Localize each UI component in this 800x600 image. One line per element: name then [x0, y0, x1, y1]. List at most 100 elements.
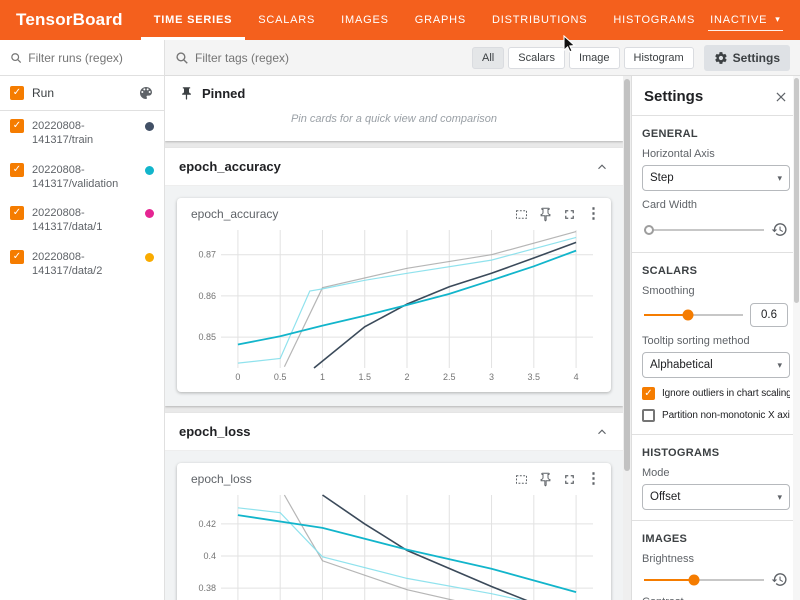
- ignore-outliers-checkbox[interactable]: ✓: [642, 387, 655, 400]
- tab-distributions[interactable]: DISTRIBUTIONS: [479, 0, 600, 40]
- card-title: epoch_accuracy: [191, 207, 514, 221]
- svg-text:0.86: 0.86: [198, 291, 216, 301]
- tag-filter-toolbar: AllScalarsImageHistogram Settings: [165, 40, 800, 76]
- run-checkbox[interactable]: ✓: [10, 250, 24, 264]
- run-label: 20220808-141317/data/2: [32, 250, 137, 279]
- reset-icon[interactable]: [771, 571, 788, 588]
- group-heading: GENERAL: [642, 128, 790, 140]
- fit-domain-icon[interactable]: [514, 472, 529, 487]
- settings-panel: Settings GENERAL Horizontal Axis Step ▾ …: [631, 76, 800, 600]
- run-label: 20220808-141317/validation: [32, 163, 137, 192]
- chevron-down-icon: ▾: [775, 14, 780, 25]
- fullscreen-icon[interactable]: [562, 207, 577, 222]
- partition-x-axis-checkbox[interactable]: [642, 409, 655, 422]
- settings-button[interactable]: Settings: [704, 45, 790, 71]
- card-width-slider[interactable]: [644, 229, 764, 231]
- nav-tabs: TIME SERIESSCALARSIMAGESGRAPHSDISTRIBUTI…: [141, 0, 708, 40]
- run-list: ✓20220808-141317/train✓20220808-141317/v…: [0, 111, 164, 285]
- ignore-outliers-row: ✓ Ignore outliers in chart scaling: [642, 387, 790, 400]
- runs-header-row: ✓ Run: [0, 76, 164, 111]
- scrollbar-thumb[interactable]: [624, 79, 630, 471]
- section-header-epoch-accuracy[interactable]: epoch_accuracy: [165, 148, 623, 186]
- chevron-down-icon: ▾: [777, 492, 782, 503]
- smoothing-value-input[interactable]: 0.6: [750, 303, 788, 327]
- tab-scalars[interactable]: SCALARS: [245, 0, 328, 40]
- tab-graphs[interactable]: GRAPHS: [402, 0, 479, 40]
- section-title: epoch_accuracy: [179, 159, 281, 174]
- fit-domain-icon[interactable]: [514, 207, 529, 222]
- horizontal-axis-select[interactable]: Step ▾: [642, 165, 790, 191]
- tab-time-series[interactable]: TIME SERIES: [141, 0, 245, 40]
- svg-text:0.4: 0.4: [203, 551, 216, 561]
- line-chart-epoch-accuracy[interactable]: 00.511.522.533.540.850.860.87: [185, 224, 603, 384]
- settings-panel-header: Settings: [632, 76, 800, 116]
- data-status-select[interactable]: INACTIVE ▾: [708, 10, 782, 31]
- pinned-hint: Pin cards for a quick view and compariso…: [165, 109, 623, 141]
- chip-scalars[interactable]: Scalars: [508, 47, 565, 69]
- section-epoch-accuracy: epoch_accuracy epoch_accuracy: [165, 148, 623, 406]
- close-icon[interactable]: [774, 90, 788, 104]
- svg-text:0.87: 0.87: [198, 250, 216, 260]
- select-all-runs-checkbox[interactable]: ✓: [10, 86, 24, 100]
- more-options-icon[interactable]: ⋮: [586, 471, 601, 487]
- histogram-mode-label: Mode: [642, 467, 790, 479]
- pin-icon: [179, 86, 194, 101]
- contrast-label: Contrast: [642, 596, 790, 600]
- search-icon: [10, 51, 22, 65]
- run-checkbox[interactable]: ✓: [10, 163, 24, 177]
- group-heading: IMAGES: [642, 533, 790, 545]
- more-options-icon[interactable]: ⋮: [586, 206, 601, 222]
- brightness-slider[interactable]: [644, 579, 764, 581]
- search-icon: [175, 51, 189, 65]
- chip-image[interactable]: Image: [569, 47, 620, 69]
- tooltip-sorting-label: Tooltip sorting method: [642, 335, 790, 347]
- svg-text:0.85: 0.85: [198, 332, 216, 342]
- run-row: ✓20220808-141317/train: [0, 111, 164, 155]
- top-app-bar: TensorBoard TIME SERIESSCALARSIMAGESGRAP…: [0, 0, 800, 40]
- chevron-up-icon[interactable]: [595, 425, 609, 439]
- svg-text:0.5: 0.5: [274, 372, 287, 382]
- content-area: AllScalarsImageHistogram Settings Pinned…: [165, 40, 800, 600]
- main-scrollbar[interactable]: [623, 76, 631, 600]
- tab-histograms[interactable]: HISTOGRAMS: [600, 0, 708, 40]
- svg-text:0.38: 0.38: [198, 583, 216, 593]
- fullscreen-icon[interactable]: [562, 472, 577, 487]
- brightness-label: Brightness: [642, 553, 790, 565]
- group-heading: HISTOGRAMS: [642, 447, 790, 459]
- pinned-title: Pinned: [202, 86, 245, 101]
- tag-filter-chips: AllScalarsImageHistogram: [472, 47, 694, 69]
- tag-filter-input[interactable]: [195, 51, 466, 65]
- pinned-section: Pinned Pin cards for a quick view and co…: [165, 76, 623, 141]
- svg-text:0: 0: [235, 372, 240, 382]
- palette-icon[interactable]: [138, 85, 154, 101]
- tab-images[interactable]: IMAGES: [328, 0, 402, 40]
- runs-sidebar: ✓ Run ✓20220808-141317/train✓20220808-14…: [0, 40, 165, 600]
- run-label: 20220808-141317/data/1: [32, 206, 137, 235]
- pin-outline-icon[interactable]: [538, 472, 553, 487]
- chevron-up-icon[interactable]: [595, 160, 609, 174]
- line-chart-epoch-loss[interactable]: 00.511.522.533.540.360.380.40.42: [185, 489, 603, 600]
- svg-text:1: 1: [320, 372, 325, 382]
- run-checkbox[interactable]: ✓: [10, 119, 24, 133]
- chip-histogram[interactable]: Histogram: [624, 47, 694, 69]
- histogram-mode-select[interactable]: Offset ▾: [642, 484, 790, 510]
- reset-icon[interactable]: [771, 221, 788, 238]
- section-header-epoch-loss[interactable]: epoch_loss: [165, 413, 623, 451]
- chip-all[interactable]: All: [472, 47, 504, 69]
- panel-scrollbar[interactable]: [793, 76, 800, 600]
- run-filter-row: [0, 40, 164, 76]
- svg-text:3.5: 3.5: [528, 372, 541, 382]
- partition-x-axis-row: Partition non-monotonic X axis: [642, 409, 790, 422]
- pin-outline-icon[interactable]: [538, 207, 553, 222]
- histogram-mode-value: Offset: [650, 491, 680, 503]
- tooltip-sorting-select[interactable]: Alphabetical ▾: [642, 352, 790, 378]
- run-checkbox[interactable]: ✓: [10, 206, 24, 220]
- pinned-header: Pinned: [165, 76, 623, 109]
- smoothing-slider[interactable]: [644, 314, 743, 316]
- run-filter-input[interactable]: [28, 51, 154, 65]
- settings-group-scalars: SCALARS Smoothing 0.6 Tooltip sorting me…: [632, 253, 800, 435]
- partition-x-axis-label: Partition non-monotonic X axis: [662, 410, 790, 421]
- svg-text:2.5: 2.5: [443, 372, 456, 382]
- cards-scroll-area: Pinned Pin cards for a quick view and co…: [165, 76, 623, 600]
- scrollbar-thumb[interactable]: [794, 78, 799, 303]
